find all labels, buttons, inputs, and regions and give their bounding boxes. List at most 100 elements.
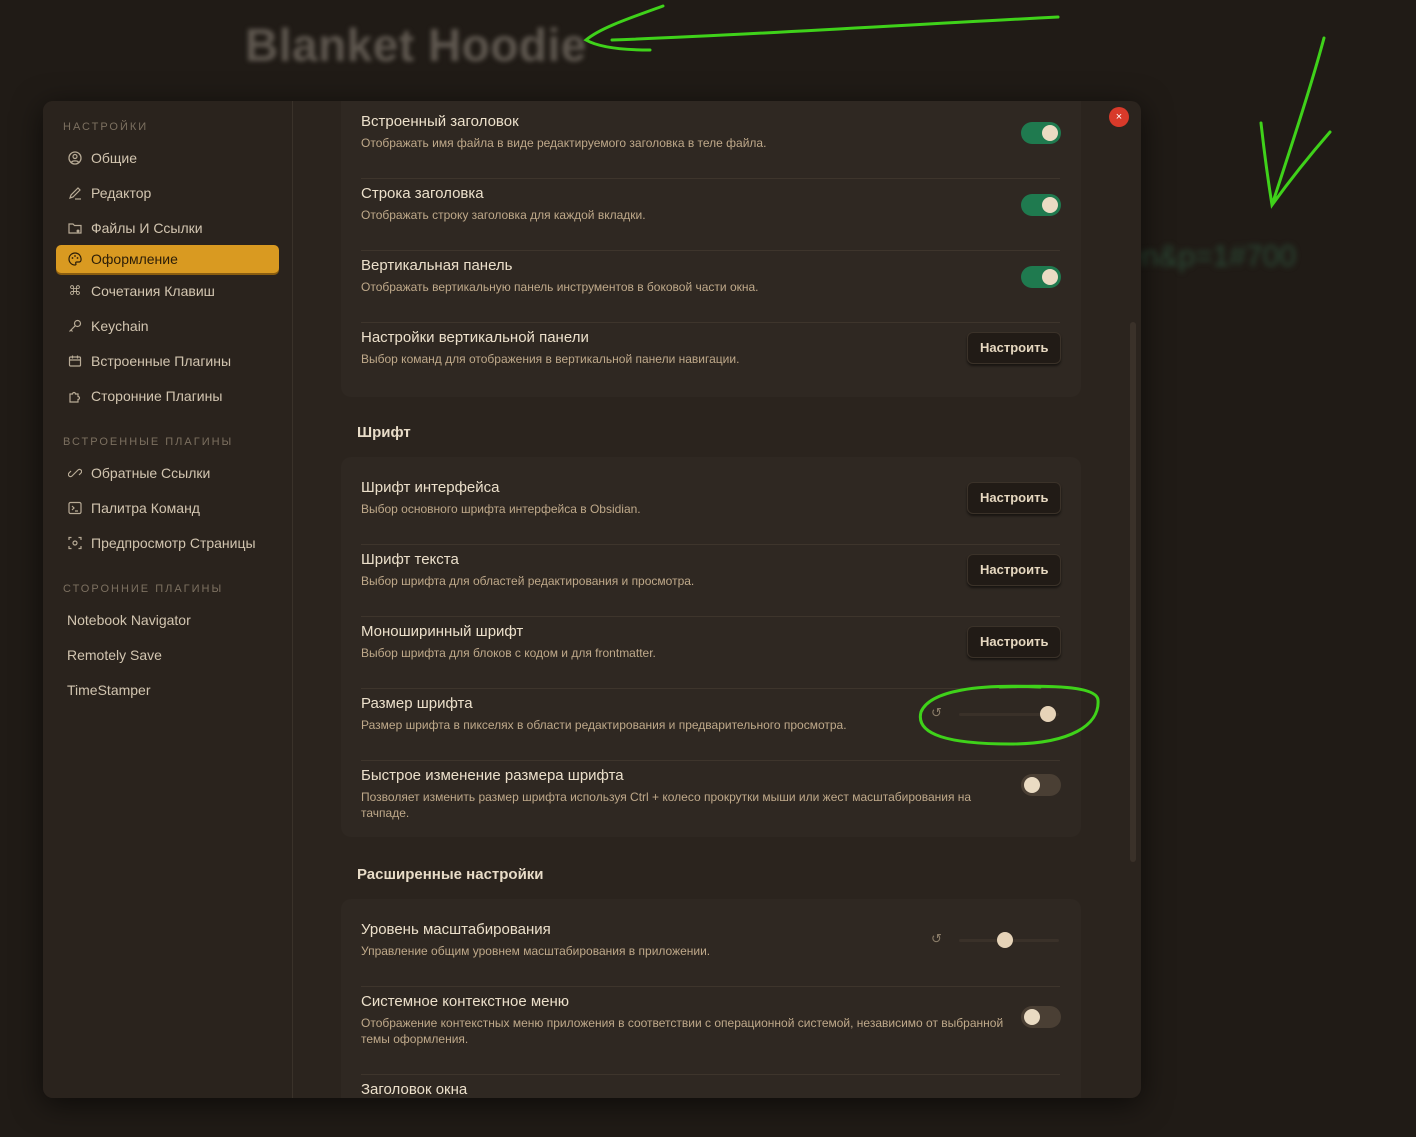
sidebar-item-remotely-save[interactable]: Remotely Save xyxy=(43,637,292,672)
calendar-icon xyxy=(67,353,83,369)
slider-thumb[interactable] xyxy=(1040,706,1056,722)
sidebar-item-label: Сторонние Плагины xyxy=(91,387,223,404)
setting-description: Выбор основного шрифта интерфейса в Obsi… xyxy=(361,502,641,516)
setting-title: Быстрое изменение размера шрифта xyxy=(361,767,624,784)
setting-description: Управление общим уровнем масштабирования… xyxy=(361,944,711,958)
sidebar-item-appearance[interactable]: Оформление xyxy=(56,245,279,273)
setting-description: Позволяет изменить размер шрифта использ… xyxy=(361,790,972,820)
font-size-slider[interactable] xyxy=(959,704,1059,724)
sidebar-item-backlinks[interactable]: Обратные Ссылки xyxy=(43,455,292,490)
palette-icon xyxy=(67,251,83,267)
ribbon-toggle[interactable] xyxy=(1021,266,1061,288)
backlink-icon xyxy=(67,465,83,481)
user-circle-icon xyxy=(67,150,83,166)
setting-inline-title: Встроенный заголовок Отображать имя файл… xyxy=(361,113,1061,163)
scan-eye-icon xyxy=(67,535,83,551)
setting-description: Размер шрифта в пикселях в области редак… xyxy=(361,718,847,732)
settings-modal: НАСТРОЙКИ Общие Редактор Файлы И Ссылки … xyxy=(43,101,1141,1098)
setting-title: Строка заголовка xyxy=(361,185,484,202)
sidebar-item-label: Общие xyxy=(91,149,138,166)
sidebar-item-files-links[interactable]: Файлы И Ссылки xyxy=(43,210,292,245)
setting-font-size: Размер шрифта Размер шрифта в пикселях в… xyxy=(361,695,1060,745)
setting-title: Уровень масштабирования xyxy=(361,921,551,938)
sidebar-item-core-plugins[interactable]: Встроенные Плагины xyxy=(43,343,292,378)
setting-description: Отображать вертикальную панель инструмен… xyxy=(361,280,759,294)
sidebar-item-label: Редактор xyxy=(91,184,152,201)
setting-title: Моноширинный шрифт xyxy=(361,623,524,640)
sidebar-item-label: Палитра Команд xyxy=(91,499,200,516)
monospace-font-button[interactable]: Настроить xyxy=(967,626,1062,658)
toggle-knob xyxy=(1024,1009,1040,1025)
settings-sidebar: НАСТРОЙКИ Общие Редактор Файлы И Ссылки … xyxy=(43,101,293,1098)
setting-description: Выбор шрифта для областей редактирования… xyxy=(361,574,695,588)
close-button[interactable]: × xyxy=(1109,107,1129,127)
setting-title: Шрифт текста xyxy=(361,551,459,568)
text-font-button[interactable]: Настроить xyxy=(967,554,1062,586)
divider xyxy=(361,250,1060,251)
divider xyxy=(361,986,1060,987)
key-icon xyxy=(67,318,83,334)
zoom-level-slider[interactable] xyxy=(959,930,1059,950)
setting-description: Отображение контекстных меню приложения … xyxy=(361,1016,1004,1046)
toggle-knob xyxy=(1042,125,1058,141)
setting-title: Настройки вертикальной панели xyxy=(361,329,589,346)
setting-text-font: Шрифт текста Выбор шрифта для областей р… xyxy=(361,551,1062,601)
sidebar-item-notebook-navigator[interactable]: Notebook Navigator xyxy=(43,602,292,637)
setting-title: Вертикальная панель xyxy=(361,257,513,274)
divider xyxy=(361,616,1060,617)
native-menus-toggle[interactable] xyxy=(1021,1006,1061,1028)
setting-title: Шрифт интерфейса xyxy=(361,479,500,496)
pencil-icon xyxy=(67,185,83,201)
settings-content: Встроенный заголовок Отображать имя файл… xyxy=(293,101,1141,1098)
settings-group-advanced: Уровень масштабирования Управление общим… xyxy=(341,899,1081,1098)
divider xyxy=(361,322,1060,323)
setting-description: Отображать имя файла в виде редактируемо… xyxy=(361,136,767,150)
divider xyxy=(361,760,1060,761)
sidebar-item-label: Обратные Ссылки xyxy=(91,464,211,481)
quick-font-size-toggle[interactable] xyxy=(1021,774,1061,796)
section-title-font: Шрифт xyxy=(357,424,411,441)
folder-link-icon xyxy=(67,220,83,236)
setting-description: Выбор команд для отображения в вертикаль… xyxy=(361,352,740,366)
setting-ribbon: Вертикальная панель Отображать вертикаль… xyxy=(361,257,1061,307)
sidebar-item-community-plugins[interactable]: Сторонние Плагины xyxy=(43,378,292,413)
ribbon-config-button[interactable]: Настроить xyxy=(967,332,1062,364)
sidebar-section-community-plugins: СТОРОННИЕ ПЛАГИНЫ xyxy=(63,583,224,595)
setting-title: Системное контекстное меню xyxy=(361,993,570,1010)
setting-interface-font: Шрифт интерфейса Выбор основного шрифта … xyxy=(361,479,1062,529)
slider-thumb[interactable] xyxy=(997,932,1013,948)
divider xyxy=(361,688,1060,689)
sidebar-item-label: Keychain xyxy=(91,317,149,334)
setting-title: Встроенный заголовок xyxy=(361,113,519,130)
sidebar-item-hotkeys[interactable]: ⌘ Сочетания Клавиш xyxy=(43,273,292,308)
background-page-title: Blanket Hoodie xyxy=(245,19,587,71)
tab-title-bar-toggle[interactable] xyxy=(1021,194,1061,216)
setting-monospace-font: Моноширинный шрифт Выбор шрифта для блок… xyxy=(361,623,1062,673)
sidebar-item-label: Встроенные Плагины xyxy=(91,352,232,369)
inline-title-toggle[interactable] xyxy=(1021,122,1061,144)
toggle-knob xyxy=(1024,777,1040,793)
settings-group-font: Шрифт интерфейса Выбор основного шрифта … xyxy=(341,457,1081,837)
sidebar-section-settings: НАСТРОЙКИ xyxy=(63,121,149,133)
sidebar-item-label: Сочетания Клавиш xyxy=(91,282,215,299)
setting-window-frame: Заголовок окна xyxy=(361,1081,1060,1098)
setting-ribbon-config: Настройки вертикальной панели Выбор кома… xyxy=(361,329,1062,379)
setting-native-menus: Системное контекстное меню Отображение к… xyxy=(361,993,1061,1059)
sidebar-item-editor[interactable]: Редактор xyxy=(43,175,292,210)
sidebar-item-general[interactable]: Общие xyxy=(43,140,292,175)
reset-icon[interactable]: ↺ xyxy=(931,932,945,946)
sidebar-item-page-preview[interactable]: Предпросмотр Страницы xyxy=(43,525,292,560)
sidebar-item-command-palette[interactable]: Палитра Команд xyxy=(43,490,292,525)
setting-description: Отображать строку заголовка для каждой в… xyxy=(361,208,646,222)
reset-icon[interactable]: ↺ xyxy=(931,706,945,720)
interface-font-button[interactable]: Настроить xyxy=(967,482,1062,514)
sidebar-item-timestamper[interactable]: TimeStamper xyxy=(43,672,292,707)
sidebar-item-label: Предпросмотр Страницы xyxy=(91,534,256,551)
divider xyxy=(361,544,1060,545)
content-scrollbar[interactable] xyxy=(1130,322,1136,862)
sidebar-item-label: Файлы И Ссылки xyxy=(91,219,203,236)
setting-quick-font-size: Быстрое изменение размера шрифта Позволя… xyxy=(361,767,1061,833)
command-icon: ⌘ xyxy=(68,282,82,298)
background-url-fragment: en&p=1#700 xyxy=(1125,240,1297,273)
sidebar-item-keychain[interactable]: Keychain xyxy=(43,308,292,343)
